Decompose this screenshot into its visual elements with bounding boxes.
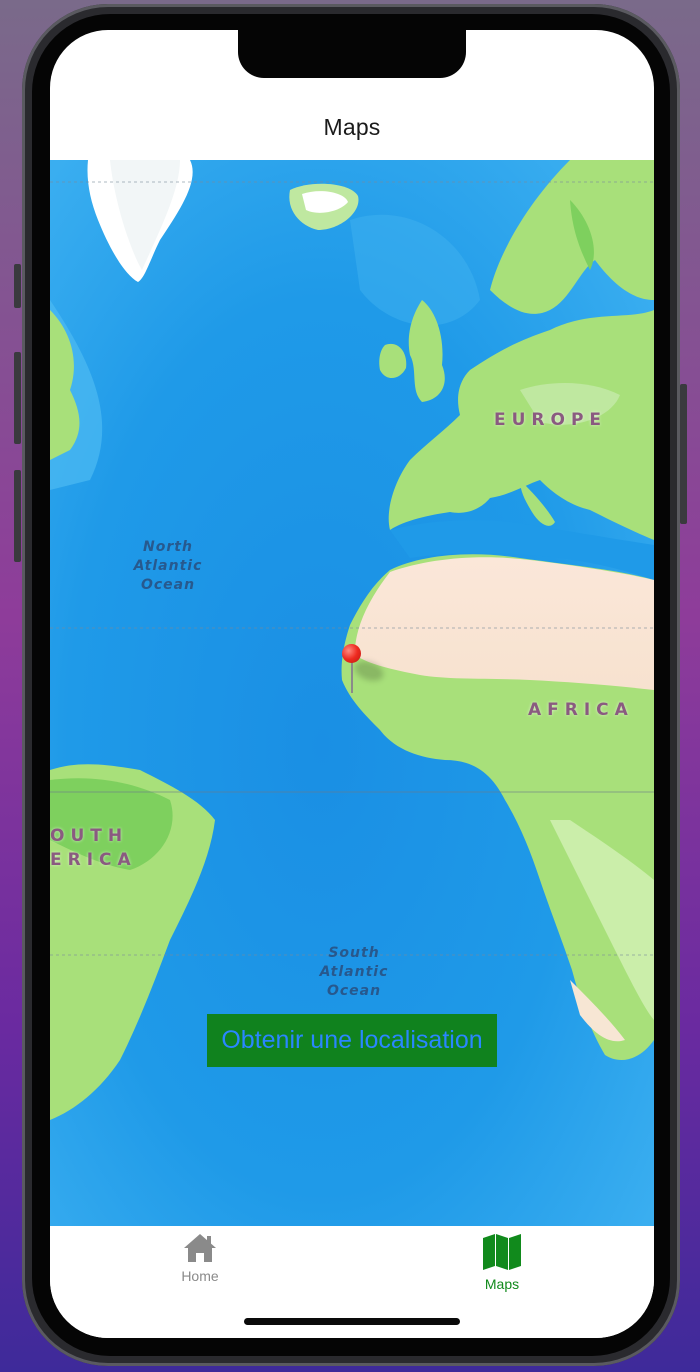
tab-home[interactable]: Home	[140, 1232, 260, 1284]
notch	[238, 30, 466, 78]
label-south-atlantic-line3: Ocean	[326, 983, 382, 999]
mute-switch	[14, 264, 21, 308]
page-title: Maps	[323, 114, 381, 140]
label-south-america-2: ERICA	[50, 850, 137, 870]
label-north-atlantic-line3: Ocean	[140, 577, 196, 593]
tab-maps-label: Maps	[484, 1276, 520, 1292]
label-south-atlantic: South Atlantic Ocean	[314, 944, 394, 1001]
volume-down-button	[14, 470, 21, 562]
label-south-atlantic-line2: Atlantic	[319, 964, 389, 980]
power-button	[680, 384, 687, 524]
label-north-atlantic-line2: Atlantic	[133, 558, 203, 574]
get-location-button[interactable]: Obtenir une localisation	[207, 1014, 497, 1067]
label-north-atlantic: North Atlantic Ocean	[128, 538, 208, 595]
label-africa: AFRICA	[528, 700, 634, 720]
sahara	[354, 557, 654, 690]
label-south-atlantic-line1: South	[328, 945, 380, 961]
location-pin[interactable]	[340, 644, 387, 696]
label-europe: EUROPE	[494, 410, 608, 430]
volume-up-button	[14, 352, 21, 444]
tab-home-label: Home	[181, 1268, 219, 1284]
label-north-atlantic-line1: North	[143, 539, 193, 555]
screen: Maps EUROPE AFRICA OUTH ERICA North Atla…	[50, 30, 654, 1338]
home-icon	[184, 1234, 216, 1262]
pin-head	[342, 644, 361, 663]
home-indicator[interactable]	[244, 1318, 460, 1325]
tab-maps[interactable]: Maps	[442, 1232, 562, 1292]
map-icon	[483, 1234, 521, 1270]
label-south-america-1: OUTH	[50, 826, 129, 846]
pin-needle	[351, 662, 353, 693]
